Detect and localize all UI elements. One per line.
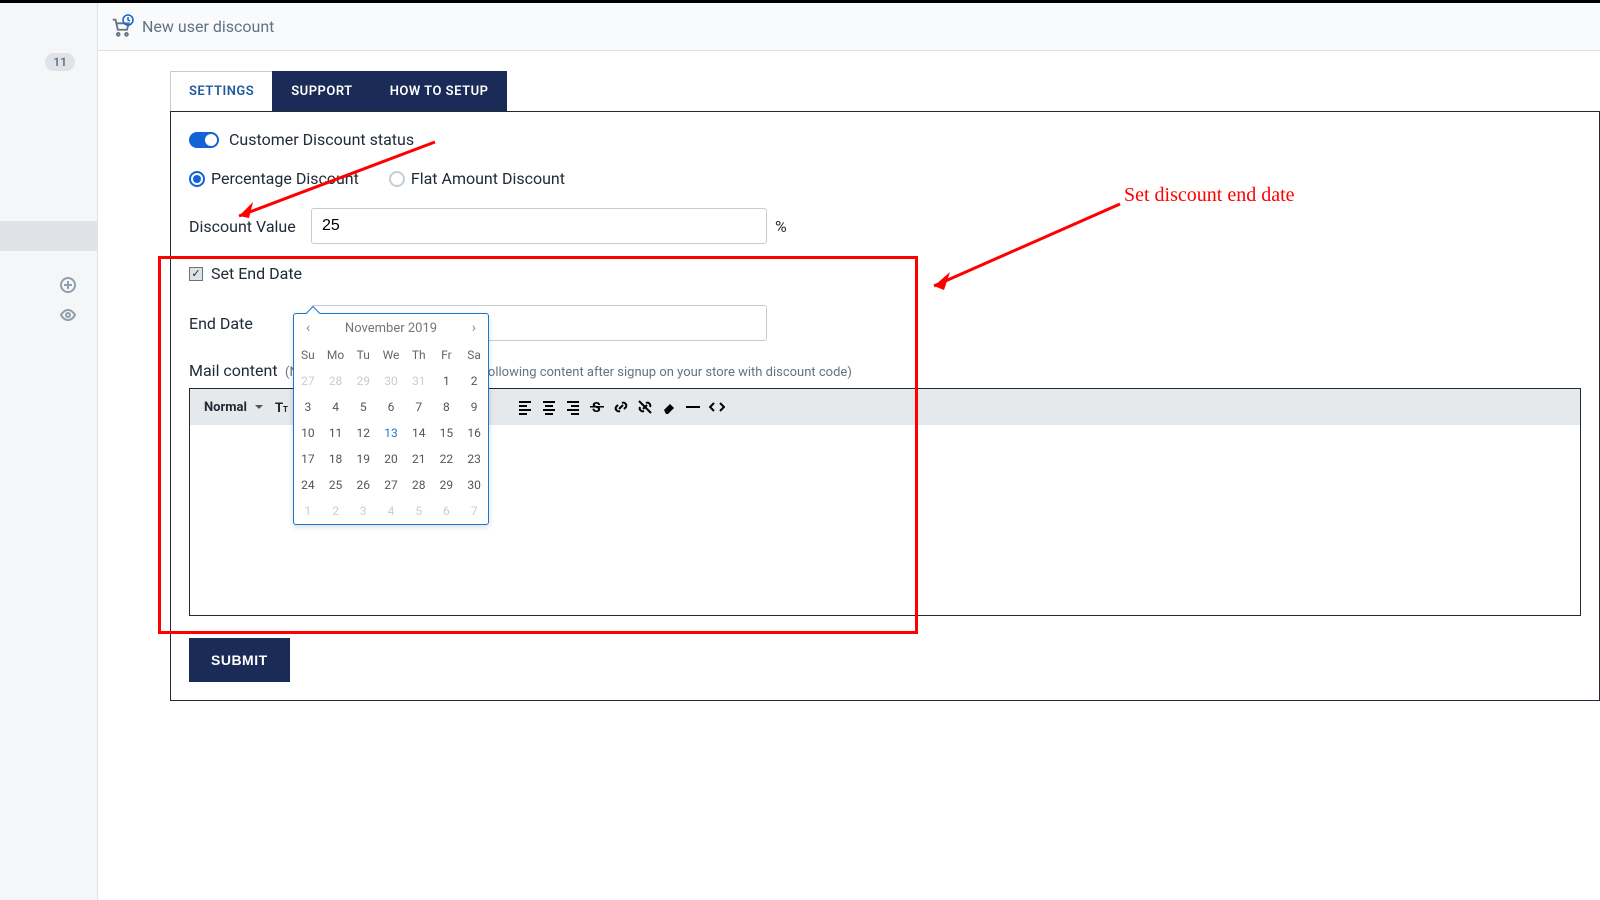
datepicker-day[interactable]: 13 [377, 420, 405, 446]
datepicker-day[interactable]: 30 [460, 472, 488, 498]
page-title: New user discount [142, 17, 274, 36]
strikethrough-icon[interactable]: S [587, 397, 607, 417]
datepicker-prev[interactable]: ‹ [302, 320, 314, 336]
datepicker-day[interactable]: 15 [433, 420, 461, 446]
submit-button[interactable]: SUBMIT [189, 638, 290, 682]
datepicker-title[interactable]: November 2019 [345, 321, 437, 336]
datepicker-day[interactable]: 18 [322, 446, 350, 472]
datepicker-day[interactable]: 3 [294, 394, 322, 420]
datepicker-day[interactable]: 17 [294, 446, 322, 472]
tab-support[interactable]: SUPPORT [272, 71, 371, 112]
radio-flat-label: Flat Amount Discount [411, 169, 565, 188]
tab-how-to-setup[interactable]: HOW TO SETUP [371, 71, 508, 112]
eye-icon[interactable] [60, 307, 76, 327]
datepicker-dow: Su [294, 342, 322, 368]
datepicker-day[interactable]: 6 [377, 394, 405, 420]
text-size-icon[interactable]: TT [273, 397, 293, 417]
datepicker-dow: We [377, 342, 405, 368]
align-center-icon[interactable] [539, 397, 559, 417]
datepicker-day[interactable]: 7 [460, 498, 488, 524]
status-toggle[interactable] [189, 132, 219, 148]
set-end-date-checkbox[interactable] [189, 267, 203, 281]
mail-content-label: Mail content [189, 361, 278, 380]
sidebar-badge: 11 [45, 53, 75, 71]
datepicker-day[interactable]: 2 [460, 368, 488, 394]
editor-font-size-dropdown[interactable]: Normal [196, 396, 269, 419]
set-end-date-label: Set End Date [211, 264, 302, 283]
settings-panel: Customer Discount status Percentage Disc… [170, 111, 1600, 701]
eraser-icon[interactable] [659, 397, 679, 417]
datepicker-day[interactable]: 5 [405, 498, 433, 524]
datepicker-day[interactable]: 14 [405, 420, 433, 446]
datepicker-day[interactable]: 1 [294, 498, 322, 524]
datepicker-day[interactable]: 3 [349, 498, 377, 524]
tabs: SETTINGS SUPPORT HOW TO SETUP [170, 71, 1600, 112]
horizontal-rule-icon[interactable] [683, 397, 703, 417]
datepicker-dow: Tu [349, 342, 377, 368]
unlink-icon[interactable] [635, 397, 655, 417]
datepicker-day[interactable]: 31 [405, 368, 433, 394]
radio-percentage[interactable] [189, 171, 205, 187]
datepicker-day[interactable]: 16 [460, 420, 488, 446]
datepicker-next[interactable]: › [468, 320, 480, 336]
datepicker-day[interactable]: 8 [433, 394, 461, 420]
plus-circle-icon[interactable] [60, 277, 76, 297]
datepicker-day[interactable]: 26 [349, 472, 377, 498]
align-right-icon[interactable] [563, 397, 583, 417]
datepicker-day[interactable]: 10 [294, 420, 322, 446]
datepicker-dow: Fr [433, 342, 461, 368]
radio-percentage-label: Percentage Discount [211, 169, 359, 188]
datepicker-day[interactable]: 25 [322, 472, 350, 498]
datepicker-day[interactable]: 27 [294, 368, 322, 394]
datepicker-day[interactable]: 9 [460, 394, 488, 420]
datepicker-day[interactable]: 5 [349, 394, 377, 420]
datepicker-dow: Th [405, 342, 433, 368]
link-icon[interactable] [611, 397, 631, 417]
datepicker: ‹ November 2019 › SuMoTuWeThFrSa27282930… [293, 313, 489, 525]
status-label: Customer Discount status [229, 130, 414, 149]
left-sidebar: 11 [0, 3, 98, 900]
svg-text:T: T [275, 401, 283, 415]
datepicker-day[interactable]: 30 [377, 368, 405, 394]
discount-unit: % [775, 217, 787, 236]
datepicker-day[interactable]: 2 [322, 498, 350, 524]
datepicker-day[interactable]: 12 [349, 420, 377, 446]
datepicker-day[interactable]: 28 [322, 368, 350, 394]
datepicker-day[interactable]: 20 [377, 446, 405, 472]
datepicker-day[interactable]: 27 [377, 472, 405, 498]
annotation-end-date-text: Set discount end date [1124, 184, 1295, 207]
datepicker-dow: Sa [460, 342, 488, 368]
datepicker-day[interactable]: 4 [322, 394, 350, 420]
sidebar-item-active[interactable] [0, 221, 98, 251]
discount-value-input[interactable] [311, 208, 767, 244]
discount-value-label: Discount Value [189, 217, 311, 236]
main-panel: New user discount SETTINGS SUPPORT HOW T… [98, 3, 1600, 900]
radio-flat[interactable] [389, 171, 405, 187]
datepicker-day[interactable]: 4 [377, 498, 405, 524]
datepicker-day[interactable]: 1 [433, 368, 461, 394]
datepicker-day[interactable]: 24 [294, 472, 322, 498]
datepicker-day[interactable]: 6 [433, 498, 461, 524]
align-left-icon[interactable] [515, 397, 535, 417]
tab-settings[interactable]: SETTINGS [170, 71, 273, 112]
page-header: New user discount [98, 3, 1600, 51]
datepicker-day[interactable]: 29 [349, 368, 377, 394]
cart-icon [110, 16, 132, 38]
datepicker-day[interactable]: 22 [433, 446, 461, 472]
datepicker-day[interactable]: 23 [460, 446, 488, 472]
datepicker-day[interactable]: 7 [405, 394, 433, 420]
datepicker-day[interactable]: 11 [322, 420, 350, 446]
code-icon[interactable] [707, 397, 727, 417]
datepicker-day[interactable]: 28 [405, 472, 433, 498]
datepicker-dow: Mo [322, 342, 350, 368]
datepicker-day[interactable]: 19 [349, 446, 377, 472]
datepicker-day[interactable]: 21 [405, 446, 433, 472]
svg-text:T: T [283, 405, 288, 414]
datepicker-day[interactable]: 29 [433, 472, 461, 498]
datepicker-grid: SuMoTuWeThFrSa27282930311234567891011121… [294, 342, 488, 524]
